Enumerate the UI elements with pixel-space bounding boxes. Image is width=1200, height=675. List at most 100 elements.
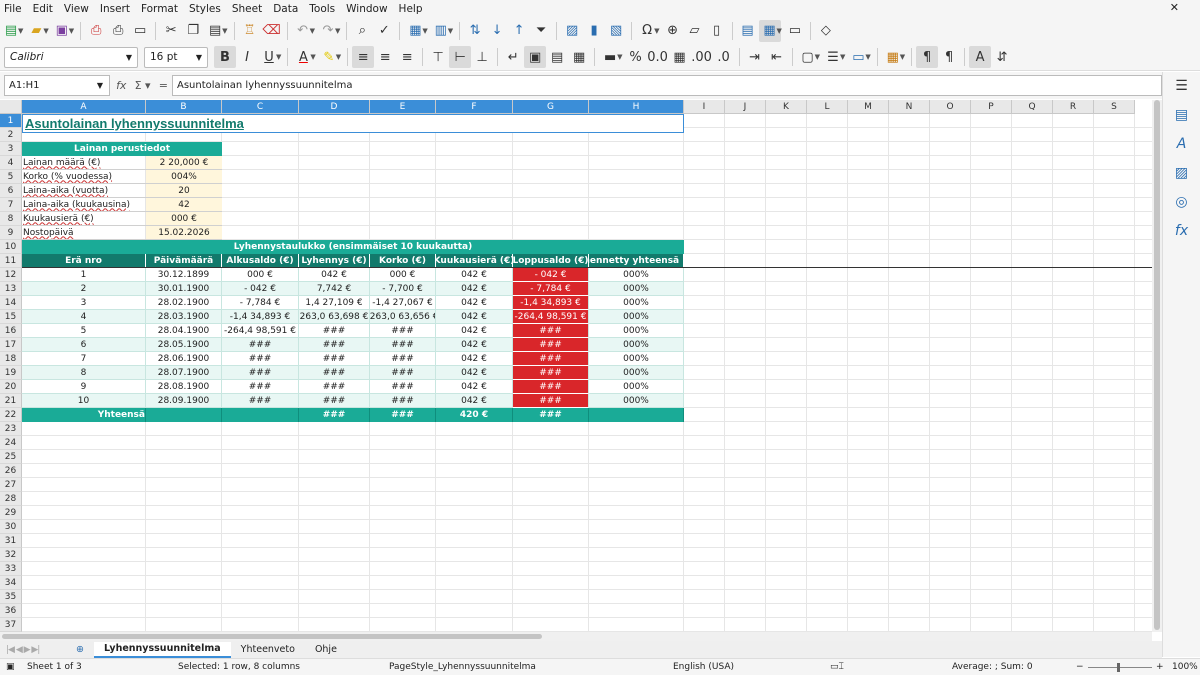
totals-cell[interactable]	[146, 408, 222, 422]
column-header-n[interactable]: N	[889, 100, 930, 114]
table-cell[interactable]: 042 €	[436, 352, 513, 366]
table-cell[interactable]: 042 €	[436, 366, 513, 380]
table-cell[interactable]: ###	[299, 324, 370, 338]
table-cell[interactable]: 042 €	[436, 380, 513, 394]
row-header-4[interactable]: 4	[0, 156, 22, 170]
column-header-l[interactable]: L	[807, 100, 848, 114]
menu-icon[interactable]: ☰	[1175, 78, 1188, 107]
row-header-28[interactable]: 28	[0, 492, 22, 506]
title-cell[interactable]: Asuntolainan lyhennyssuunnitelma	[22, 114, 684, 133]
table-cell[interactable]: 000%	[589, 268, 684, 282]
italic-icon[interactable]: I	[236, 46, 258, 68]
row-header-37[interactable]: 37	[0, 618, 22, 632]
right-to-left-icon[interactable]: ¶	[938, 46, 960, 68]
table-title[interactable]: Lyhennystaulukko (ensimmäiset 10 kuukaut…	[22, 240, 684, 254]
table-cell[interactable]: 042 €	[436, 296, 513, 310]
totals-cell[interactable]: ###	[299, 408, 370, 422]
table-cell[interactable]: ###	[370, 324, 436, 338]
basics-label[interactable]: Laina-aika (kuukausina)	[22, 198, 146, 212]
table-cell[interactable]: 042 €	[436, 282, 513, 296]
table-cell[interactable]: 7,742 €	[299, 282, 370, 296]
table-cell[interactable]: 3	[22, 296, 146, 310]
merge-center-icon[interactable]: ▣	[524, 46, 547, 68]
table-cell[interactable]: 000%	[589, 380, 684, 394]
column-header-c[interactable]: C	[222, 100, 299, 114]
table-header[interactable]: Kuukausierä (€)	[436, 254, 513, 268]
table-cell[interactable]: 000%	[589, 366, 684, 380]
table-cell[interactable]: 28.09.1900	[146, 394, 222, 408]
column-header-g[interactable]: G	[513, 100, 589, 114]
column-header-o[interactable]: O	[930, 100, 971, 114]
table-cell[interactable]: - 042 €	[513, 268, 589, 282]
function-wizard-icon[interactable]: fx	[116, 79, 126, 92]
table-header[interactable]: Lyhennys (€)	[299, 254, 370, 268]
zoom-slider-handle[interactable]	[1117, 663, 1120, 672]
table-cell[interactable]: ###	[299, 366, 370, 380]
table-cell[interactable]: ###	[370, 380, 436, 394]
column-header-b[interactable]: B	[146, 100, 222, 114]
basics-label[interactable]: Laina-aika (vuotta)	[22, 184, 146, 198]
row-header-25[interactable]: 25	[0, 450, 22, 464]
table-header[interactable]: Päivämäärä	[146, 254, 222, 268]
horizontal-scrollbar[interactable]	[0, 632, 1152, 641]
row-header-5[interactable]: 5	[0, 170, 22, 184]
align-bottom-icon[interactable]: ⊥	[471, 46, 493, 68]
align-top-icon[interactable]: ⊤	[427, 46, 449, 68]
row-header-2[interactable]: 2	[0, 128, 22, 142]
tab-ohje[interactable]: Ohje	[305, 642, 347, 658]
functions-icon[interactable]: fx	[1175, 223, 1188, 252]
row-header-22[interactable]: 22	[0, 408, 22, 422]
row-header-19[interactable]: 19	[0, 366, 22, 380]
row-header-32[interactable]: 32	[0, 548, 22, 562]
totals-cell[interactable]: Yhteensä	[22, 408, 146, 422]
autofilter-icon[interactable]: ⏷	[530, 20, 552, 42]
menu-format[interactable]: Format	[141, 3, 178, 15]
table-cell[interactable]: 1,4 27,109 €	[299, 296, 370, 310]
basics-label[interactable]: Korko (% vuodessa)	[22, 170, 146, 184]
row-header-23[interactable]: 23	[0, 422, 22, 436]
table-cell[interactable]: 000 €	[370, 268, 436, 282]
menu-sheet[interactable]: Sheet	[232, 3, 262, 15]
column-header-j[interactable]: J	[725, 100, 766, 114]
table-cell[interactable]: ###	[513, 338, 589, 352]
table-cell[interactable]: 28.04.1900	[146, 324, 222, 338]
table-cell[interactable]: 8	[22, 366, 146, 380]
table-cell[interactable]: ###	[513, 394, 589, 408]
row-header-8[interactable]: 8	[0, 212, 22, 226]
table-cell[interactable]: 042 €	[436, 394, 513, 408]
row-header-12[interactable]: 12	[0, 268, 22, 282]
column-header-a[interactable]: A	[22, 100, 146, 114]
column-header-d[interactable]: D	[299, 100, 370, 114]
menu-insert[interactable]: Insert	[100, 3, 130, 15]
properties-icon[interactable]: ▤	[1175, 107, 1188, 136]
table-cell[interactable]: ###	[370, 338, 436, 352]
table-cell[interactable]: 1	[22, 268, 146, 282]
define-print-area-icon[interactable]: ▤	[737, 20, 759, 42]
table-header[interactable]: Alkusaldo (€)	[222, 254, 299, 268]
row-header-15[interactable]: 15	[0, 310, 22, 324]
menu-styles[interactable]: Styles	[189, 3, 221, 15]
text-orientation-vertical-icon[interactable]: ⇵	[991, 46, 1013, 68]
basics-value[interactable]: 20	[146, 184, 222, 198]
spreadsheet-grid[interactable]: A B C D E F G H I J K L M N O P Q R S 1 2 3 4 5 6 7 8 9 10 11 12 13 14 15…	[0, 100, 1152, 632]
header-footer-icon[interactable]: ▯	[706, 20, 728, 42]
tab-lyhennyssuunnitelma[interactable]: Lyhennyssuunnitelma	[93, 641, 231, 658]
row-header-34[interactable]: 34	[0, 576, 22, 590]
table-header[interactable]: Erä nro	[22, 254, 146, 268]
row-header-1[interactable]: 1	[0, 114, 22, 128]
table-cell[interactable]: 2	[22, 282, 146, 296]
table-cell[interactable]: 263,0 63,698 €	[299, 310, 370, 324]
table-cell[interactable]: 10	[22, 394, 146, 408]
date-format-icon[interactable]: ▦	[669, 46, 691, 68]
table-cell[interactable]: 000%	[589, 394, 684, 408]
print-icon[interactable]: ⎙	[107, 20, 129, 42]
table-cell[interactable]: ###	[222, 394, 299, 408]
table-cell[interactable]: 000%	[589, 352, 684, 366]
merge-cells-icon[interactable]: ▤	[546, 46, 568, 68]
column-header-m[interactable]: M	[848, 100, 889, 114]
tab-yhteenveto[interactable]: Yhteenveto	[231, 642, 305, 658]
basics-header[interactable]: Lainan perustiedot	[22, 142, 222, 156]
row-header-18[interactable]: 18	[0, 352, 22, 366]
align-center-icon[interactable]: ≡	[374, 46, 396, 68]
row-header-30[interactable]: 30	[0, 520, 22, 534]
